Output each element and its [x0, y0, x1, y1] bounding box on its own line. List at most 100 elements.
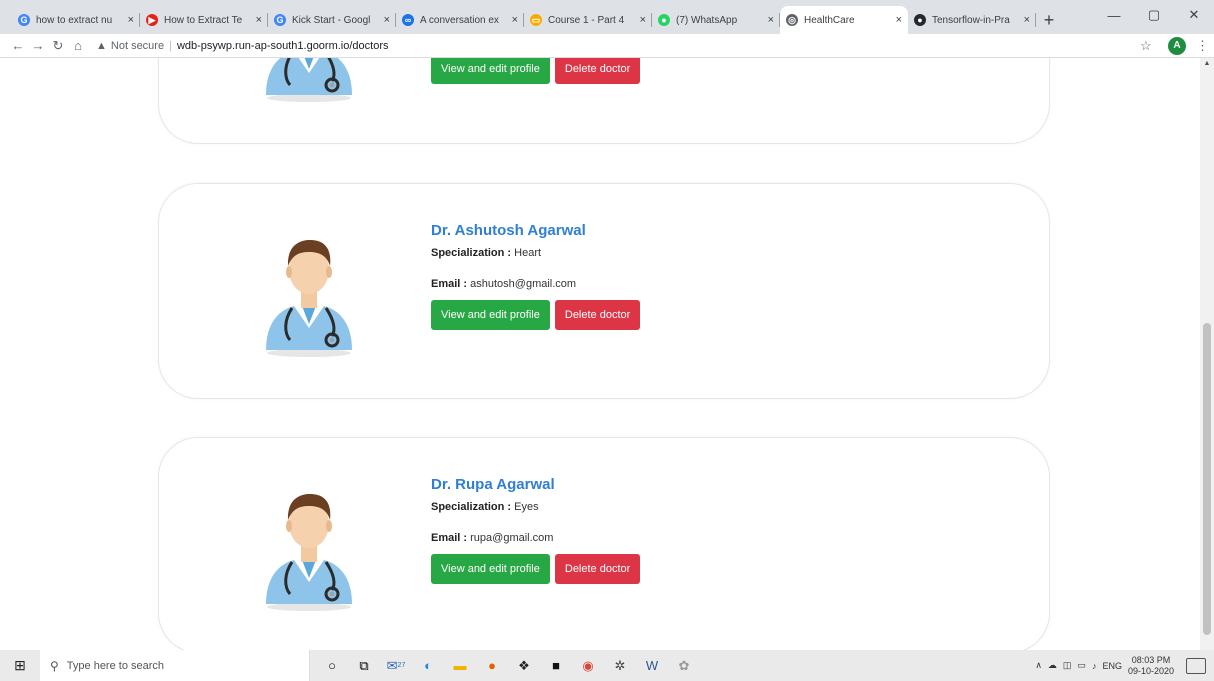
- tab-favicon-icon: ●: [914, 14, 926, 26]
- tab-close-icon[interactable]: ×: [512, 14, 518, 26]
- tab-favicon-icon: ◎: [786, 14, 798, 26]
- browser-tab[interactable]: ▶ How to Extract Te ×: [140, 6, 268, 34]
- view-edit-profile-button[interactable]: View and edit profile: [431, 58, 550, 84]
- word-icon[interactable]: W: [640, 654, 664, 678]
- chrome-icon[interactable]: ◉: [576, 654, 600, 678]
- page-scrollbar[interactable]: ▲: [1200, 58, 1214, 650]
- email-value: rupa@gmail.com: [470, 532, 554, 544]
- minimize-icon[interactable]: —: [1094, 0, 1134, 30]
- doctor-name-link[interactable]: Dr. Ashutosh Agarwal: [431, 222, 640, 239]
- tab-title: HealthCare: [804, 14, 855, 26]
- bookmark-star-icon[interactable]: ☆: [1140, 38, 1160, 54]
- tab-strip: Ghow to extract nu × ▶ How to Extract Te × G K…: [0, 0, 1214, 34]
- doctor-info: Dr. Ashutosh Agarwal Specialization : He…: [431, 222, 641, 330]
- task-view-icon[interactable]: ⧉: [352, 654, 376, 678]
- tab-favicon-icon: ▶: [146, 14, 158, 26]
- new-tab-icon[interactable]: +: [1036, 6, 1062, 34]
- dropbox-icon[interactable]: ❖: [512, 654, 536, 678]
- doctor-avatar-icon: [254, 482, 364, 612]
- search-icon: ⚲: [50, 658, 59, 673]
- network-icon[interactable]: ◫: [1063, 660, 1072, 671]
- maximize-icon[interactable]: ▢: [1134, 0, 1174, 30]
- home-icon[interactable]: ⌂: [68, 38, 88, 53]
- browser-tab[interactable]: ● (7) WhatsApp ×: [652, 6, 780, 34]
- settings-gear-icon[interactable]: ✲: [608, 654, 632, 678]
- mail-icon[interactable]: ✉ 27: [384, 654, 408, 678]
- back-arrow-icon[interactable]: ←: [8, 38, 28, 53]
- clock[interactable]: 08:03 PM 09-10-2020: [1128, 655, 1174, 677]
- view-edit-profile-button[interactable]: View and edit profile: [431, 554, 550, 584]
- delete-doctor-button[interactable]: Delete doctor: [554, 58, 641, 84]
- tab-close-icon[interactable]: ×: [1024, 14, 1030, 26]
- tab-close-icon[interactable]: ×: [384, 14, 390, 26]
- browser-tab[interactable]: ● Tensorflow-in-Pra ×: [908, 6, 1036, 34]
- specialization-value: Heart: [514, 247, 542, 259]
- tab-close-icon[interactable]: ×: [768, 14, 774, 26]
- tab-title: Kick Start - Googl: [292, 14, 371, 26]
- specialization-label: Specialization :: [431, 247, 512, 259]
- scrollbar-thumb[interactable]: [1203, 323, 1211, 635]
- tab-title: Tensorflow-in-Pra: [932, 14, 1010, 26]
- menu-kebab-icon[interactable]: ⋮: [1196, 38, 1209, 54]
- security-label: Not secure: [110, 39, 165, 52]
- close-window-icon[interactable]: ✕: [1174, 0, 1214, 30]
- doctor-specialization: Specialization : Eyes: [431, 501, 640, 513]
- tab-close-icon[interactable]: ×: [128, 14, 134, 26]
- doctor-email: Email : ashutosh@gmail.com: [431, 278, 640, 290]
- cortana-icon[interactable]: ○: [320, 654, 344, 678]
- warning-icon: ▲: [96, 39, 107, 52]
- browser-tab[interactable]: ▭ Course 1 - Part 4 ×: [524, 6, 652, 34]
- tab-close-icon[interactable]: ×: [640, 14, 646, 26]
- tab-title: How to Extract Te: [164, 14, 243, 26]
- firefox-icon[interactable]: ●: [480, 654, 504, 678]
- profile-avatar[interactable]: A: [1168, 36, 1186, 55]
- tab-favicon-icon: G: [18, 14, 30, 26]
- chevron-up-icon[interactable]: ∧: [1035, 660, 1042, 671]
- volume-icon[interactable]: ♪: [1092, 661, 1097, 671]
- doctor-card: Dr. Rupa Agarwal Specialization : Eyes E…: [158, 437, 1050, 650]
- forward-arrow-icon[interactable]: →: [28, 38, 48, 53]
- misc-app-icon[interactable]: ✿: [672, 654, 696, 678]
- notion-icon[interactable]: ■: [544, 654, 568, 678]
- tab-close-icon[interactable]: ×: [896, 14, 902, 26]
- doctor-info: View and edit profile Delete doctor: [431, 58, 641, 84]
- notifications-icon[interactable]: [1186, 657, 1206, 674]
- url-text[interactable]: wdb-psywp.run-ap-south1.goorm.io/doctors: [177, 40, 389, 52]
- reload-icon[interactable]: ↻: [48, 38, 68, 54]
- battery-icon[interactable]: ▭: [1077, 660, 1086, 671]
- browser-tab[interactable]: G Kick Start - Googl ×: [268, 6, 396, 34]
- delete-doctor-button[interactable]: Delete doctor: [554, 300, 641, 330]
- onedrive-icon[interactable]: ☁: [1048, 660, 1057, 671]
- specialization-value: Eyes: [514, 501, 539, 513]
- doctor-specialization: Specialization : Heart: [431, 247, 640, 259]
- edge-icon[interactable]: ◐: [416, 654, 440, 678]
- doctor-email: Email : rupa@gmail.com: [431, 532, 640, 544]
- delete-doctor-button[interactable]: Delete doctor: [554, 554, 641, 584]
- browser-tab[interactable]: ∞ A conversation ex ×: [396, 6, 524, 34]
- browser-tab[interactable]: Ghow to extract nu ×: [12, 6, 140, 34]
- doctor-actions: View and edit profile Delete doctor: [431, 554, 641, 584]
- omnibox-divider: |: [169, 39, 172, 52]
- doctor-card: View and edit profile Delete doctor: [158, 58, 1050, 144]
- tab-favicon-icon: G: [274, 14, 286, 26]
- taskbar-search-input[interactable]: ⚲ Type here to search: [40, 650, 310, 681]
- address-bar[interactable]: ▲ Not secure | wdb-psywp.run-ap-south1.g…: [96, 36, 1140, 56]
- specialization-label: Specialization :: [431, 501, 512, 513]
- browser-chrome: Ghow to extract nu × ▶ How to Extract Te × G K…: [0, 0, 1214, 58]
- windows-start-icon[interactable]: ⊞: [0, 657, 40, 674]
- view-edit-profile-button[interactable]: View and edit profile: [431, 300, 550, 330]
- doctor-name-link[interactable]: Dr. Rupa Agarwal: [431, 476, 640, 493]
- tab-title: Course 1 - Part 4: [548, 14, 625, 26]
- taskbar-apps: ○ ⧉ ✉ 27 ◐ ▬ ● ❖ ■ ◉ ✲ W ✿: [320, 654, 696, 678]
- search-placeholder: Type here to search: [66, 659, 165, 672]
- tab-title: how to extract nu: [36, 14, 113, 26]
- file-explorer-icon[interactable]: ▬: [448, 654, 472, 678]
- scroll-up-arrow-icon[interactable]: ▲: [1200, 60, 1214, 67]
- mail-badge: 27: [397, 662, 406, 669]
- language-indicator[interactable]: ENG: [1102, 661, 1122, 671]
- browser-tab[interactable]: ◎ HealthCare ×: [780, 6, 908, 34]
- tab-title: A conversation ex: [420, 14, 499, 26]
- tab-close-icon[interactable]: ×: [256, 14, 262, 26]
- email-value: ashutosh@gmail.com: [470, 278, 577, 290]
- clock-time: 08:03 PM: [1131, 654, 1171, 665]
